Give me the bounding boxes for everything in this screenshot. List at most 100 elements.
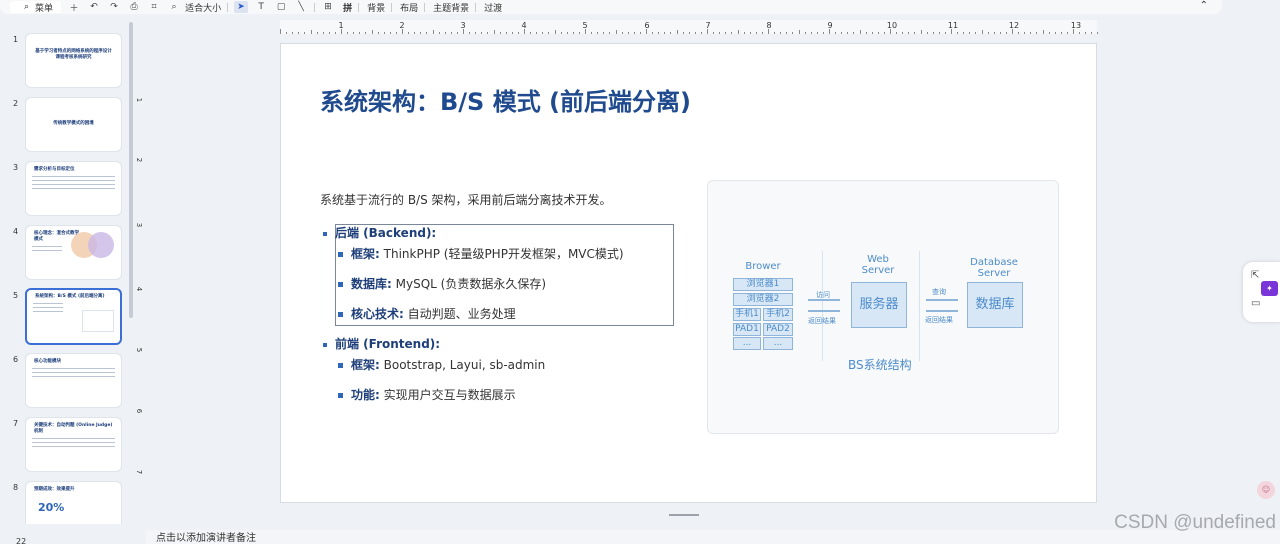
- avatar[interactable]: ☺: [1257, 481, 1275, 499]
- frontend-bullet[interactable]: 前端 (Frontend):: [323, 335, 440, 352]
- cursor-icon[interactable]: ➤: [234, 1, 249, 13]
- layout-button[interactable]: 拼: [343, 1, 352, 14]
- transition-button[interactable]: 过渡: [484, 1, 502, 14]
- ruler-tick: [999, 32, 1001, 34]
- thumbnail-diagram: [82, 310, 114, 332]
- bullet-icon: [338, 282, 343, 287]
- slide-thumbnail[interactable]: 传统教学模式的困境: [25, 97, 122, 152]
- thumbnail-number: 2: [13, 99, 19, 108]
- ruler-tick: [292, 32, 294, 34]
- ruler-tick: [597, 32, 599, 34]
- ruler-tick: [761, 32, 763, 34]
- right-arrow: [926, 299, 958, 301]
- item-text: ThinkPHP (轻量级PHP开发框架，MVC模式): [379, 247, 624, 261]
- zoom-icon[interactable]: ⌕: [167, 1, 181, 13]
- slide-thumbnail[interactable]: 核心理念：混合式教学模式: [25, 225, 122, 280]
- backend-item[interactable]: 框架: ThinkPHP (轻量级PHP开发框架，MVC模式): [338, 245, 624, 262]
- slide-thumbnail-selected[interactable]: 系统架构：B/S 模式 (前后端分离): [25, 288, 122, 345]
- slide-thumbnail[interactable]: 预期成效：效果提升 20%: [25, 481, 122, 524]
- ruler-label: 3: [135, 222, 144, 228]
- chevron-up-icon[interactable]: ⌃: [1200, 0, 1208, 11]
- thumbnail-number: 3: [13, 163, 19, 172]
- ruler-tick: [389, 32, 391, 34]
- add-icon[interactable]: ＋: [67, 1, 81, 14]
- ruler-tick: [981, 30, 983, 34]
- ruler-tick: [816, 32, 818, 34]
- print-icon[interactable]: ⎙: [127, 1, 141, 13]
- thumbnail-scrollbar[interactable]: [129, 22, 133, 318]
- ruler-tick: [530, 32, 532, 34]
- ruler-tick: [804, 32, 806, 34]
- slide-thumbnail[interactable]: 需求分析与目标定位: [25, 161, 122, 216]
- ruler-tick: [621, 32, 623, 34]
- insert-icon[interactable]: ⊞: [321, 1, 335, 13]
- item-label: 数据库:: [351, 277, 392, 291]
- divider: [391, 2, 393, 12]
- zoom-select[interactable]: 适合大小: [185, 1, 221, 14]
- backend-item[interactable]: 数据库: MySQL (负责数据永久保存): [338, 275, 546, 292]
- arrange-button[interactable]: 布局: [400, 1, 418, 14]
- slide-thumbnail[interactable]: 核心功能模块: [25, 353, 122, 408]
- frontend-item[interactable]: 功能: 实现用户交互与数据展示: [338, 386, 516, 403]
- ruler-tick: [993, 32, 995, 34]
- ruler-tick: [725, 32, 727, 34]
- ruler-tick: [1073, 29, 1074, 34]
- slide-thumbnail[interactable]: 基于学习者特点的网络系统的程序设计课程考核系统研究: [25, 33, 122, 88]
- format-painter-icon[interactable]: ⌗: [147, 1, 161, 13]
- ruler-tick: [871, 32, 873, 34]
- shape-icon[interactable]: ▢: [274, 1, 288, 13]
- ruler-tick: [774, 32, 776, 34]
- backend-bullet[interactable]: 后端 (Backend):: [323, 224, 436, 241]
- watermark: CSDN @undefined: [1114, 512, 1276, 533]
- ruler-tick: [359, 32, 361, 34]
- slide-title[interactable]: 系统架构：B/S 模式 (前后端分离): [320, 82, 691, 117]
- theme-button[interactable]: 主题背景: [433, 1, 469, 14]
- backend-item[interactable]: 核心技术: 自动判题、业务处理: [338, 305, 516, 322]
- text-box-icon[interactable]: T: [254, 1, 268, 13]
- item-text: 实现用户交互与数据展示: [379, 388, 516, 402]
- backend-heading: 后端 (Backend):: [335, 226, 437, 240]
- ruler-tick: [609, 32, 611, 34]
- ruler-tick: [951, 29, 952, 34]
- web-label-line2: Server: [861, 265, 895, 276]
- ruler-tick: [1005, 32, 1007, 34]
- ruler-tick: [896, 32, 898, 34]
- venn-circle: [88, 232, 114, 258]
- ruler-label: 12: [1008, 21, 1020, 30]
- ruler-tick: [633, 32, 635, 34]
- speaker-notes[interactable]: 点击以添加演讲者备注: [146, 530, 1280, 544]
- divider: [314, 2, 316, 12]
- ruler-tick: [1085, 32, 1087, 34]
- ruler-tick: [554, 30, 556, 34]
- redo-icon[interactable]: ↷: [107, 1, 121, 13]
- ai-assistant-icon[interactable]: ✦: [1261, 281, 1278, 296]
- ruler-tick: [780, 32, 782, 34]
- slide-thumbnail[interactable]: 关键技术：自动判题 (Online Judge) 机制: [25, 417, 122, 472]
- bullet-icon: [338, 312, 343, 317]
- frontend-item[interactable]: 框架: Bootstrap, Layui, sb-admin: [338, 356, 545, 373]
- intro-text[interactable]: 系统基于流行的 B/S 架构，采用前后端分离技术开发。: [320, 191, 612, 208]
- thumbnail-title: 传统教学模式的困境: [53, 121, 94, 126]
- diagram-caption: BS系统结构: [848, 358, 912, 372]
- menu-label: 菜单: [35, 3, 54, 14]
- resize-handle[interactable]: [669, 514, 699, 516]
- search-icon: ⌕: [24, 2, 30, 12]
- ruler-tick: [444, 32, 446, 34]
- ruler-tick: [487, 32, 489, 34]
- undo-icon[interactable]: ↶: [87, 1, 101, 13]
- item-text: MySQL (负责数据永久保存): [391, 277, 547, 291]
- slide-canvas[interactable]: 系统架构：B/S 模式 (前后端分离) 系统基于流行的 B/S 架构，采用前后端…: [280, 43, 1097, 503]
- ruler-tick: [639, 32, 641, 34]
- ruler-tick: [749, 32, 751, 34]
- folder-icon[interactable]: ▭: [1251, 298, 1260, 309]
- ruler-tick: [469, 32, 471, 34]
- thumbnail-title: 预期成效：效果提升: [34, 487, 75, 492]
- ruler-label: 7: [135, 469, 144, 475]
- ruler-tick: [731, 32, 733, 34]
- return-label: 返回结果: [808, 317, 836, 325]
- share-icon[interactable]: ⇱: [1251, 270, 1259, 281]
- menu-button[interactable]: ⌕ 菜单: [10, 1, 62, 14]
- bs-architecture-diagram[interactable]: Brower 浏览器1 浏览器2 手机1 手机2 PAD1 PAD2 ... .…: [707, 180, 1059, 434]
- background-button[interactable]: 背景: [367, 1, 385, 14]
- line-icon[interactable]: ╲: [294, 1, 308, 13]
